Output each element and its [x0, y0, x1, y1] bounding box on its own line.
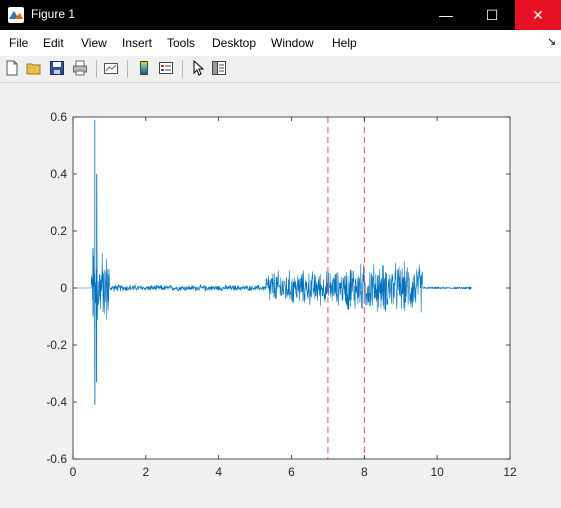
y-tick-label: -0.6 [46, 452, 67, 466]
menu-insert[interactable]: Insert [122, 36, 152, 50]
insert-colorbar-icon[interactable] [136, 60, 152, 76]
link-plot-icon[interactable] [103, 60, 119, 76]
maximize-button[interactable]: ☐ [469, 0, 515, 30]
toolbar-separator [96, 60, 97, 78]
x-tick-label: 2 [142, 465, 149, 479]
insert-legend-icon[interactable] [158, 60, 174, 76]
x-tick-label: 10 [430, 465, 444, 479]
close-button[interactable]: ✕ [515, 0, 561, 30]
x-tick-label: 12 [503, 465, 517, 479]
toolbar-separator [127, 60, 128, 78]
y-tick-label: -0.2 [46, 338, 67, 352]
toolbar-separator [182, 60, 183, 78]
x-tick-label: 6 [288, 465, 295, 479]
menu-help[interactable]: Help [332, 36, 357, 50]
property-editor-icon[interactable] [211, 60, 227, 76]
y-tick-label: 0.6 [50, 110, 67, 124]
x-tick-label: 8 [361, 465, 368, 479]
edit-plot-cursor-icon[interactable] [190, 59, 206, 76]
toolbar [0, 56, 561, 83]
new-figure-icon[interactable] [4, 60, 20, 76]
menu-dock-arrow-icon[interactable]: ↘ [547, 35, 556, 48]
menu-tools[interactable]: Tools [167, 36, 195, 50]
signal-end-marker [468, 286, 472, 290]
waveform-plot[interactable]: 0 2 4 6 8 10 12 0.6 0.4 0.2 0 -0.2 -0.4 -0.6 [0, 83, 561, 503]
window-title: Figure 1 [31, 7, 76, 21]
y-tick-label: 0.4 [50, 167, 67, 181]
menu-view[interactable]: View [81, 36, 107, 50]
figure-canvas: 0 2 4 6 8 10 12 0.6 0.4 0.2 0 -0.2 -0.4 -0.6 [0, 83, 561, 503]
open-file-icon[interactable] [26, 60, 42, 76]
menu-window[interactable]: Window [271, 36, 314, 50]
title-bar: Figure 1 — ☐ ✕ [0, 0, 561, 30]
y-tick-label: 0 [60, 281, 67, 295]
minimize-button[interactable]: — [423, 0, 469, 30]
menu-bar: File Edit View Insert Tools Desktop Wind… [0, 30, 561, 56]
print-icon[interactable] [72, 60, 88, 76]
menu-file[interactable]: File [9, 36, 28, 50]
menu-edit[interactable]: Edit [43, 36, 64, 50]
menu-desktop[interactable]: Desktop [212, 36, 256, 50]
save-icon[interactable] [49, 60, 65, 76]
y-tick-label: -0.4 [46, 395, 67, 409]
x-tick-label: 0 [70, 465, 77, 479]
y-tick-label: 0.2 [50, 224, 67, 238]
matlab-figure-icon [8, 7, 24, 23]
x-tick-label: 4 [215, 465, 222, 479]
